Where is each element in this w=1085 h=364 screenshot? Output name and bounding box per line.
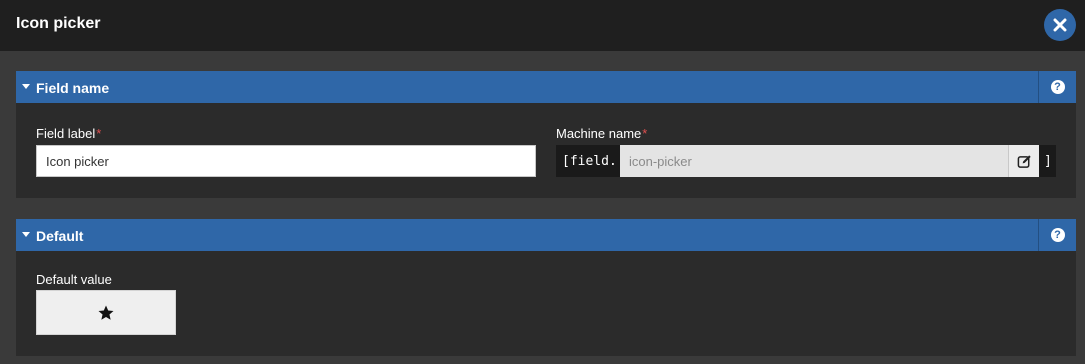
caret-down-icon <box>22 84 30 89</box>
default-section-title: Default <box>36 228 84 244</box>
default-value-icon-picker[interactable] <box>36 290 176 335</box>
field-label-text: Field label <box>36 126 96 141</box>
field-name-section-title: Field name <box>36 80 110 96</box>
machine-name-field: [field. ] <box>556 145 1056 177</box>
field-name-section-header[interactable]: Field name ? <box>16 71 1076 103</box>
machine-name-input[interactable] <box>620 145 1008 177</box>
dialog-header: Icon picker <box>0 0 1085 51</box>
help-icon: ? <box>1050 228 1065 242</box>
field-name-section: Field name ? Field label* Machine name* … <box>16 71 1076 198</box>
dialog-title: Icon picker <box>16 15 101 32</box>
field-label-input[interactable] <box>36 145 536 177</box>
required-marker: * <box>96 126 102 141</box>
default-help-button[interactable]: ? <box>1038 219 1076 251</box>
required-marker: * <box>642 126 648 141</box>
machine-name-caption: Machine name* <box>556 126 647 141</box>
machine-name-suffix: ] <box>1044 153 1052 169</box>
default-section-header[interactable]: Default ? <box>16 219 1076 251</box>
close-icon <box>1053 18 1067 32</box>
help-icon: ? <box>1050 80 1065 94</box>
edit-icon <box>1017 154 1031 168</box>
machine-name-text: Machine name <box>556 126 642 141</box>
close-button[interactable] <box>1044 9 1076 41</box>
caret-down-icon <box>22 232 30 237</box>
machine-name-edit-button[interactable] <box>1008 145 1039 177</box>
default-section: Default ? Default value <box>16 219 1076 356</box>
field-label-caption: Field label* <box>36 126 101 141</box>
star-icon <box>98 305 114 320</box>
machine-name-prefix: [field. <box>562 153 617 169</box>
field-name-help-button[interactable]: ? <box>1038 71 1076 103</box>
default-value-caption: Default value <box>36 272 112 287</box>
